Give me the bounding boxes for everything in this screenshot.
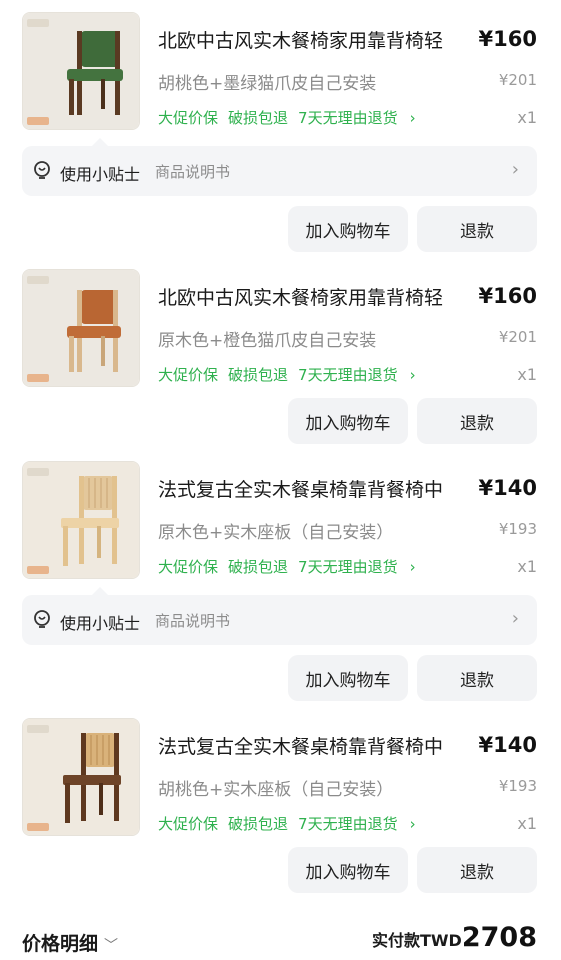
service-tags[interactable]: 大促价保 破损包退 7天无理由退货 ›	[158, 813, 426, 834]
chevron-right-icon: ›	[511, 608, 519, 629]
quantity: x1	[517, 557, 537, 576]
tag-price-protect: 大促价保	[158, 558, 219, 576]
usage-tips-bar[interactable]: 使用小贴士 商品说明书 ›	[22, 138, 537, 196]
product-image[interactable]	[22, 718, 140, 836]
tip-label: 使用小贴士	[60, 614, 141, 633]
paid-amount: 2708	[461, 922, 537, 953]
tip-manual-link: 商品说明书	[155, 612, 231, 630]
chair-walnut-rattan-icon	[23, 719, 139, 835]
tag-price-protect: 大促价保	[158, 109, 219, 127]
add-to-cart-button[interactable]: 加入购物车	[288, 398, 408, 444]
service-tags[interactable]: 大促价保 破损包退 7天无理由退货 ›	[158, 364, 426, 385]
chevron-right-icon: ›	[409, 815, 416, 833]
tag-7day-return: 7天无理由退货	[298, 815, 398, 833]
product-title[interactable]: 法式复古全实木餐桌椅靠背餐椅中	[158, 475, 443, 502]
tag-damage-return: 破损包退	[228, 366, 289, 384]
product-spec: 胡桃色+墨绿猫爪皮自己安装	[158, 74, 377, 94]
tip-caret	[92, 138, 108, 146]
price-detail-toggle[interactable]: 价格明细 ﹀	[22, 929, 118, 956]
product-image[interactable]	[22, 269, 140, 387]
tag-7day-return: 7天无理由退货	[298, 109, 398, 127]
product-image[interactable]	[22, 12, 140, 130]
chevron-right-icon: ›	[511, 159, 519, 180]
price-detail-label: 价格明细	[22, 933, 99, 955]
product-spec: 原木色+实木座板（自己安装）	[158, 523, 394, 543]
chevron-right-icon: ›	[409, 109, 416, 127]
original-price: ¥193	[498, 777, 537, 795]
tag-damage-return: 破损包退	[228, 558, 289, 576]
paid-label: 实付款TWD	[371, 931, 462, 950]
chair-oak-rattan-icon	[23, 462, 139, 578]
chair-oak-orange-icon	[23, 270, 139, 386]
tip-manual-link: 商品说明书	[155, 163, 231, 181]
product-price: ¥140	[478, 733, 537, 757]
chevron-down-icon: ﹀	[104, 938, 119, 954]
lightbulb-icon	[34, 161, 50, 179]
refund-button[interactable]: 退款	[417, 398, 537, 444]
tag-damage-return: 破损包退	[228, 815, 289, 833]
product-price: ¥160	[478, 284, 537, 308]
product-spec: 胡桃色+实木座板（自己安装）	[158, 780, 394, 800]
original-price: ¥201	[498, 328, 537, 346]
product-price: ¥140	[478, 476, 537, 500]
product-title[interactable]: 北欧中古风实木餐椅家用靠背椅轻	[158, 283, 443, 310]
tag-7day-return: 7天无理由退货	[298, 558, 398, 576]
add-to-cart-button[interactable]: 加入购物车	[288, 847, 408, 893]
refund-button[interactable]: 退款	[417, 847, 537, 893]
tag-7day-return: 7天无理由退货	[298, 366, 398, 384]
chevron-right-icon: ›	[409, 558, 416, 576]
refund-button[interactable]: 退款	[417, 655, 537, 701]
product-image[interactable]	[22, 461, 140, 579]
original-price: ¥201	[498, 71, 537, 89]
product-title[interactable]: 北欧中古风实木餐椅家用靠背椅轻	[158, 26, 443, 53]
tip-caret	[92, 587, 108, 595]
tag-price-protect: 大促价保	[158, 366, 219, 384]
original-price: ¥193	[498, 520, 537, 538]
refund-button[interactable]: 退款	[417, 206, 537, 252]
service-tags[interactable]: 大促价保 破损包退 7天无理由退货 ›	[158, 556, 426, 577]
add-to-cart-button[interactable]: 加入购物车	[288, 655, 408, 701]
add-to-cart-button[interactable]: 加入购物车	[288, 206, 408, 252]
tag-price-protect: 大促价保	[158, 815, 219, 833]
chevron-right-icon: ›	[409, 366, 416, 384]
product-title[interactable]: 法式复古全实木餐桌椅靠背餐椅中	[158, 732, 443, 759]
service-tags[interactable]: 大促价保 破损包退 7天无理由退货 ›	[158, 107, 426, 128]
product-spec: 原木色+橙色猫爪皮自己安装	[158, 331, 377, 351]
usage-tips-bar[interactable]: 使用小贴士 商品说明书 ›	[22, 587, 537, 645]
total-paid: 实付款TWD2708	[372, 922, 537, 953]
quantity: x1	[517, 365, 537, 384]
tip-label: 使用小贴士	[60, 165, 141, 184]
lightbulb-icon	[34, 610, 50, 628]
product-price: ¥160	[478, 27, 537, 51]
chair-walnut-green-icon	[23, 13, 139, 129]
quantity: x1	[517, 108, 537, 127]
tag-damage-return: 破损包退	[228, 109, 289, 127]
quantity: x1	[517, 814, 537, 833]
